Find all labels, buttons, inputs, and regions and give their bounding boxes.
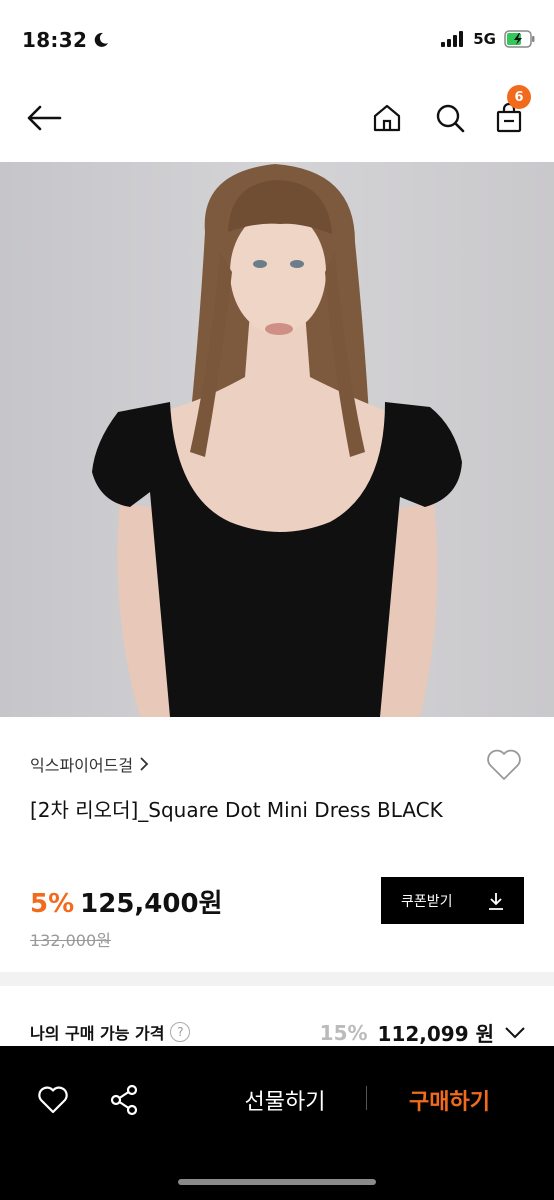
my-discount-rate: 15%: [319, 1020, 368, 1045]
wishlist-button[interactable]: [484, 745, 524, 785]
buy-button[interactable]: 구매하기: [392, 1080, 507, 1120]
original-price: 132,000원: [30, 931, 111, 950]
back-button[interactable]: [24, 96, 64, 140]
chevron-right-icon: [140, 757, 149, 771]
price-row: 5% 125,400원: [30, 883, 223, 920]
coupon-button-label: 쿠폰받기: [401, 893, 453, 910]
status-time: 18:32: [22, 28, 109, 52]
cart-count-badge: 6: [507, 85, 531, 109]
arrow-left-icon: [27, 105, 62, 131]
bottom-bar-separator: [366, 1086, 367, 1110]
search-button[interactable]: [430, 96, 470, 140]
bottom-wishlist-button[interactable]: [33, 1080, 73, 1120]
home-button[interactable]: [367, 96, 407, 140]
section-divider: [0, 972, 554, 986]
share-icon: [110, 1084, 138, 1116]
share-button[interactable]: [104, 1080, 144, 1120]
status-bar: 18:32 5G: [0, 0, 554, 80]
bottom-action-bar: 선물하기 구매하기: [0, 1046, 554, 1200]
question-icon[interactable]: ?: [170, 1022, 191, 1042]
discount-rate: 5%: [30, 889, 75, 919]
product-image[interactable]: [0, 162, 554, 717]
brand-name: 익스파이어드걸: [30, 756, 134, 775]
status-time-text: 18:32: [22, 28, 88, 52]
signal-icon: [441, 31, 464, 47]
gift-button[interactable]: 선물하기: [225, 1080, 345, 1120]
my-price-value: 112,099 원: [377, 1022, 494, 1046]
product-title: [2차 리오더]_Square Dot Mini Dress BLACK: [30, 798, 443, 822]
my-price-toggle[interactable]: 15% 112,099 원: [320, 1018, 526, 1047]
battery-icon: [504, 30, 535, 48]
moon-icon: [94, 32, 109, 47]
heart-icon: [487, 749, 521, 780]
status-indicators: 5G: [441, 30, 536, 48]
top-nav: [0, 80, 554, 162]
home-icon: [373, 104, 401, 132]
my-price-label: 나의 구매 가능 가격 ?: [30, 1020, 191, 1044]
home-indicator: [178, 1179, 376, 1185]
coupon-button[interactable]: 쿠폰받기: [381, 877, 524, 924]
download-icon: [489, 892, 503, 910]
heart-icon: [38, 1086, 68, 1114]
search-icon: [436, 104, 465, 133]
product-photo: [0, 162, 554, 717]
brand-link[interactable]: 익스파이어드걸: [30, 752, 149, 776]
sale-price: 125,400원: [80, 889, 223, 919]
my-price-row: 나의 구매 가능 가격 ? 15% 112,099 원: [0, 1008, 554, 1048]
chevron-down-icon: [505, 1026, 525, 1038]
my-price-label-text: 나의 구매 가능 가격: [30, 1024, 165, 1043]
network-label: 5G: [473, 30, 496, 48]
